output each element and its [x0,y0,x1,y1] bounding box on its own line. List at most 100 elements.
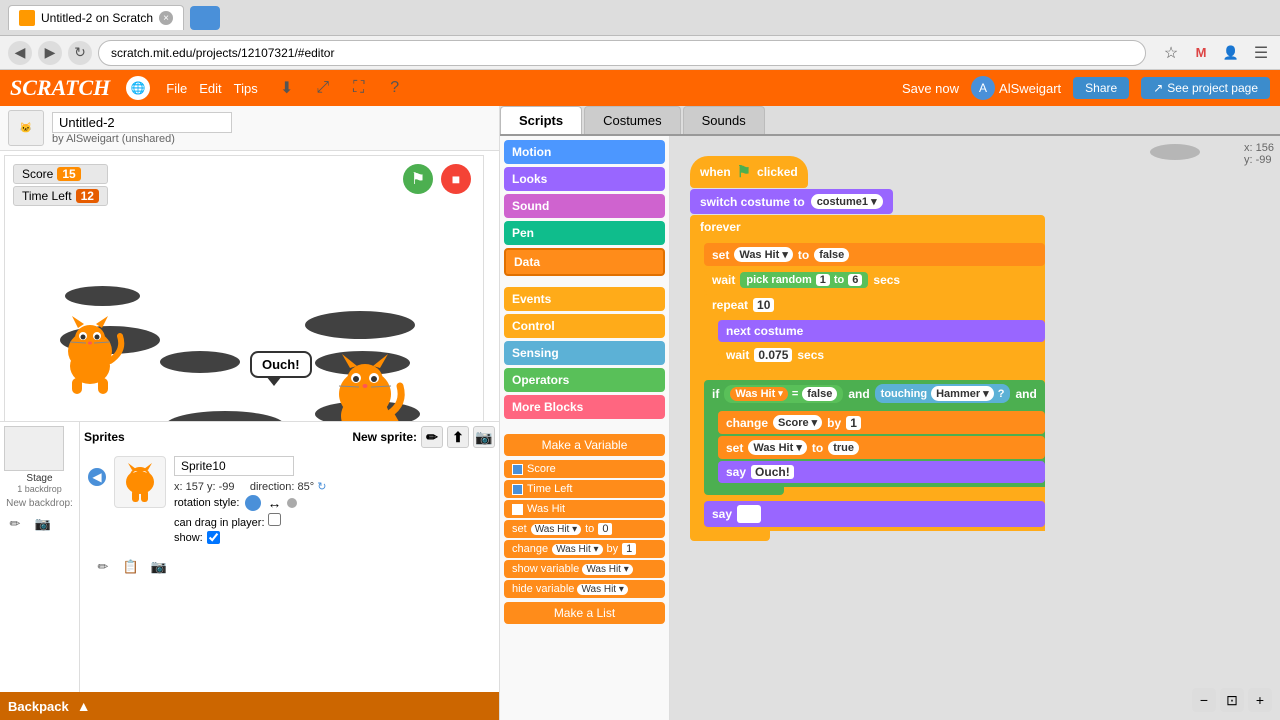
edit-costume-icon[interactable]: ✏ [92,556,114,578]
false-condition-val[interactable]: false [802,387,837,401]
username-label[interactable]: AlSweigart [999,81,1061,96]
copy-sprite-icon[interactable]: 📋 [120,556,142,578]
zoom-out-button[interactable]: − [1192,688,1216,712]
gmail-icon[interactable]: M [1190,42,1212,64]
ouch-val[interactable]: Ouch! [751,465,794,479]
motion-category[interactable]: Motion [504,140,665,164]
change-was-hit-block[interactable]: change Was Hit ▾ by 1 [504,540,665,558]
paint-sprite-button[interactable]: ✏ [421,426,443,448]
file-menu[interactable]: File [166,81,187,96]
download-icon[interactable]: ⬇ [274,75,300,101]
forever-block[interactable]: forever set Was Hit ▾ to false [690,215,1045,541]
help-icon[interactable]: ? [382,75,408,101]
backpack-arrow[interactable]: ▲ [77,698,91,714]
set-was-hit-block[interactable]: set Was Hit ▾ to 0 [504,520,665,538]
costumes-tab[interactable]: Costumes [584,106,681,134]
score-var-block[interactable]: Score [504,460,665,478]
user-icon[interactable]: 👤 [1220,42,1242,64]
share-button[interactable]: Share [1073,77,1129,99]
was-hit-var[interactable]: Was Hit ▾ [730,387,787,401]
menu-icon[interactable]: ☰ [1250,42,1272,64]
time-checkbox[interactable] [512,484,523,495]
new-tab-button[interactable] [190,6,220,30]
looks-category[interactable]: Looks [504,167,665,191]
rotation-lr-button[interactable]: ↔ [267,495,281,511]
set-val-input[interactable]: 0 [598,523,612,535]
set-var-dropdown[interactable]: Was Hit ▾ [531,524,581,535]
make-list-button[interactable]: Make a List [504,602,665,624]
hide-variable-block[interactable]: hide variable Was Hit ▾ [504,580,665,598]
data-category[interactable]: Data [504,248,665,276]
if-block[interactable]: if Was Hit ▾ = false [704,380,1045,495]
tips-menu[interactable]: Tips [234,81,258,96]
paint-icon[interactable]: ✏ [4,513,26,535]
change-var-dropdown[interactable]: Was Hit ▾ [552,544,602,555]
direction-icon[interactable]: ↻ [317,481,326,493]
wait-secs-block[interactable]: wait 0.075 secs [718,344,1045,366]
score-dropdown[interactable]: Score ▾ [773,415,822,430]
repeat-count[interactable]: 10 [753,298,774,312]
scripts-tab[interactable]: Scripts [500,106,582,134]
score-checkbox[interactable] [512,464,523,475]
wait-val[interactable]: 0.075 [754,348,792,362]
score-by-val[interactable]: 1 [846,416,861,430]
rotation-none-button[interactable] [287,498,297,508]
set-was-hit-false-block[interactable]: set Was Hit ▾ to false [704,243,1045,266]
address-bar[interactable] [98,40,1146,66]
green-flag-button[interactable]: ⚑ [403,164,433,194]
stop-button[interactable]: ■ [441,164,471,194]
time-left-var-block[interactable]: Time Left [504,480,665,498]
back-button[interactable]: ◀ [8,41,32,65]
touching-block[interactable]: touching Hammer ▾ ? [875,384,1011,403]
pick-random-block[interactable]: pick random 1 to 6 [740,272,868,288]
true-val-block[interactable]: true [828,441,859,455]
sprite-nav-button[interactable]: ◀ [88,468,106,486]
switch-costume-block[interactable]: switch costume to costume1 ▾ [690,189,893,214]
say-empty-val[interactable] [737,505,761,523]
was-hit-set-dropdown[interactable]: Was Hit ▾ [734,247,793,262]
set-was-hit-true-block[interactable]: set Was Hit ▾ to true [718,436,1045,459]
upload-sprite-button[interactable]: ⬆ [447,426,469,448]
false-val-block[interactable]: false [814,248,849,262]
change-val-input[interactable]: 1 [622,543,636,555]
say-ouch-block[interactable]: say Ouch! [718,461,1045,483]
reload-button[interactable]: ↻ [68,41,92,65]
browser-tab[interactable]: Untitled-2 on Scratch × [8,5,184,30]
was-hit-var-block[interactable]: Was Hit [504,500,665,518]
sounds-tab[interactable]: Sounds [683,106,765,134]
next-costume-block[interactable]: next costume [718,320,1045,342]
sprite-name-input[interactable] [174,456,294,476]
camera-sprite-button[interactable]: 📷 [473,426,495,448]
hammer-dropdown[interactable]: Hammer ▾ [931,386,994,401]
globe-icon[interactable]: 🌐 [126,76,150,100]
change-score-block[interactable]: change Score ▾ by 1 [718,411,1045,434]
was-hit-checkbox[interactable] [512,504,523,515]
say-empty-block[interactable]: say [704,501,1045,527]
was-hit-condition[interactable]: Was Hit ▾ = false [724,385,843,403]
was-hit-true-dropdown[interactable]: Was Hit ▾ [748,440,807,455]
costume-dropdown[interactable]: costume1 ▾ [811,194,883,209]
photo-sprite-icon[interactable]: 📷 [148,556,170,578]
events-category[interactable]: Events [504,287,665,311]
can-drag-checkbox[interactable] [268,513,281,526]
fullscreen-icon[interactable]: ⛶ [346,75,372,101]
sensing-category[interactable]: Sensing [504,341,665,365]
show-checkbox[interactable] [207,531,220,544]
rand-from[interactable]: 1 [816,274,830,286]
control-category[interactable]: Control [504,314,665,338]
operators-category[interactable]: Operators [504,368,665,392]
more-blocks-category[interactable]: More Blocks [504,395,665,419]
project-name-input[interactable] [52,112,232,133]
repeat-block[interactable]: repeat 10 next costume [704,294,1045,378]
pen-category[interactable]: Pen [504,221,665,245]
tab-close-button[interactable]: × [159,11,173,25]
when-flag-block[interactable]: when ⚑ clicked [690,156,808,188]
make-variable-button[interactable]: Make a Variable [504,434,665,456]
star-icon[interactable]: ☆ [1160,42,1182,64]
show-variable-block[interactable]: show variable Was Hit ▾ [504,560,665,578]
edit-menu[interactable]: Edit [199,81,221,96]
wait-random-block[interactable]: wait pick random 1 to 6 secs [704,268,1045,292]
save-now-button[interactable]: Save now [902,81,959,96]
rotation-all-button[interactable] [245,495,261,511]
forward-button[interactable]: ▶ [38,41,62,65]
